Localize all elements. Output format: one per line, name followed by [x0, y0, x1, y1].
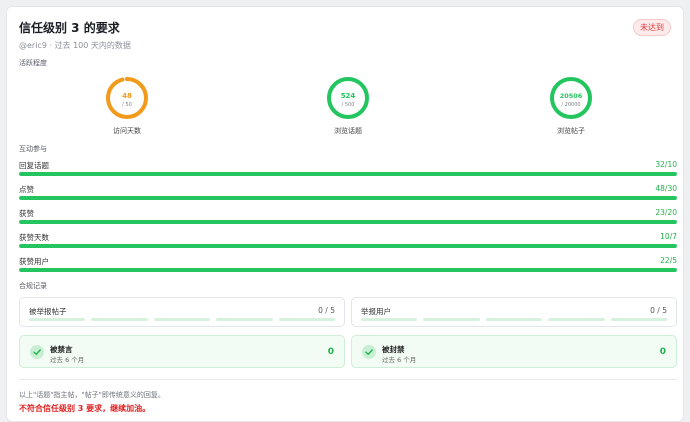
reported-posts-box: 被举报帖子 0 / 5	[19, 297, 345, 327]
bar-value: 48/30	[655, 184, 677, 193]
footer-warning: 不符合信任级别 3 要求，继续加油。	[19, 404, 151, 413]
reported-posts-value: 0 / 5	[318, 306, 335, 315]
ring-max: / 50	[122, 102, 132, 108]
activity-section-label: 活跃程度	[19, 59, 47, 67]
bar-label: 回复话题	[19, 161, 49, 170]
ring-value: 48	[122, 92, 132, 100]
divider	[19, 379, 677, 380]
progress-track	[19, 196, 677, 200]
ring-label: 访问天数	[113, 127, 141, 135]
trust-level-card: 信任级别 3 的要求 未达到 @eric9 · 过去 100 天内的数据 活跃程…	[6, 6, 684, 422]
ring-max: / 500	[342, 102, 355, 108]
bar-value: 32/10	[655, 160, 677, 169]
progress-fill	[19, 172, 677, 176]
ring-viewed-posts: 20506 / 20000 浏览帖子	[511, 75, 631, 136]
bar-label: 点赞	[19, 185, 34, 194]
bar-label: 获赞天数	[19, 233, 49, 242]
engagement-section-label: 互动参与	[19, 145, 47, 153]
progress-fill	[19, 244, 677, 248]
ring-value: 20506	[560, 92, 583, 100]
check-icon	[362, 345, 376, 359]
bar-label: 获赞用户	[19, 257, 49, 266]
silenced-sub: 过去 6 个月	[50, 356, 85, 364]
bar-value: 22/5	[660, 256, 677, 265]
reporting-users-value: 0 / 5	[650, 306, 667, 315]
compliance-section-label: 合规记录	[19, 282, 47, 290]
progress-track	[19, 220, 677, 224]
footer-note: 以上"话题"指主帖，"帖子"即传统意义的回复。	[19, 391, 165, 399]
ring-visit-days-chart: 48 / 50	[106, 77, 148, 119]
ring-viewed-topics-chart: 524 / 500	[327, 77, 369, 119]
page-title: 信任级别 3 的要求	[19, 21, 120, 35]
reporting-users-label: 举报用户	[361, 307, 391, 316]
page-subtitle: @eric9 · 过去 100 天内的数据	[19, 41, 131, 50]
status-badge: 未达到	[633, 19, 671, 36]
ring-label: 浏览话题	[334, 127, 362, 135]
progress-track	[19, 244, 677, 248]
bar-value: 10/7	[660, 232, 677, 241]
suspended-box: 被封禁 过去 6 个月 0	[351, 335, 677, 368]
ring-visit-days: 48 / 50 访问天数	[67, 75, 187, 136]
ring-viewed-topics: 524 / 500 浏览话题	[288, 75, 408, 136]
progress-fill	[19, 196, 677, 200]
ring-label: 浏览帖子	[557, 127, 585, 135]
ring-value: 524	[341, 92, 356, 100]
ring-viewed-posts-chart: 20506 / 20000	[550, 77, 592, 119]
reporting-users-box: 举报用户 0 / 5	[351, 297, 677, 327]
ring-max: / 20000	[561, 102, 580, 108]
suspended-sub: 过去 6 个月	[382, 356, 417, 364]
progress-track	[19, 268, 677, 272]
progress-fill	[19, 268, 677, 272]
silenced-box: 被禁言 过去 6 个月 0	[19, 335, 345, 368]
suspended-value: 0	[659, 347, 666, 357]
reported-posts-segments	[29, 318, 336, 321]
check-icon	[30, 345, 44, 359]
reporting-users-segments	[361, 318, 668, 321]
reported-posts-label: 被举报帖子	[29, 307, 67, 316]
silenced-value: 0	[327, 347, 334, 357]
bar-value: 23/20	[655, 208, 677, 217]
bar-label: 获赞	[19, 209, 34, 218]
progress-fill	[19, 220, 677, 224]
progress-track	[19, 172, 677, 176]
